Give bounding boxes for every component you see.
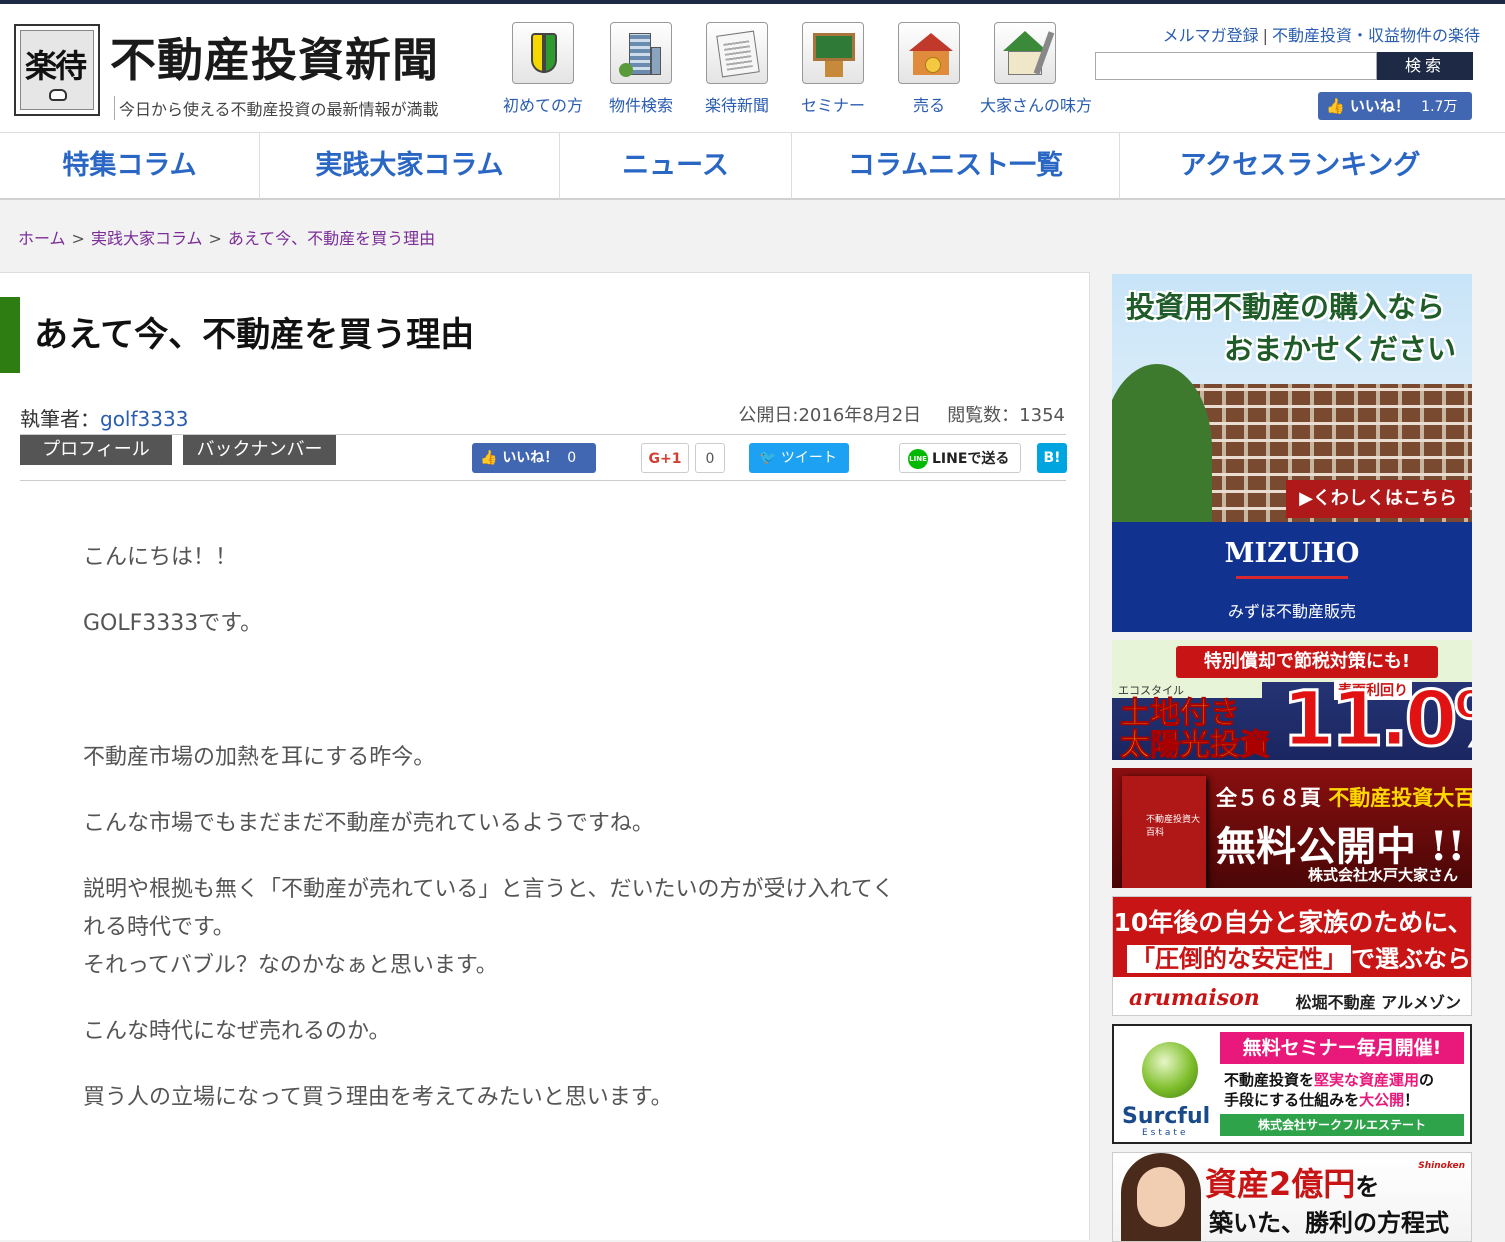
breadcrumb-landlord-column[interactable]: 実践大家コラム (91, 229, 203, 248)
site-tagline: 今日から使える不動産投資の最新情報が満載 (114, 96, 439, 120)
nav-sell[interactable]: 売る (884, 22, 974, 116)
nav-sell-label: 売る (912, 96, 945, 115)
ad-solar-investment[interactable]: 特別償却で節税対策にも! エコスタイル 表面利回り 土地付き 太陽光投資 11.… (1112, 640, 1472, 760)
nav-landlord-ally-label: 大家さんの味方 (980, 96, 1093, 115)
breadcrumb-current[interactable]: あえて今、不動産を買う理由 (228, 229, 435, 248)
fb-like-count: 1.7万 (1421, 99, 1458, 115)
article-title: あえて今、不動産を買う理由 (34, 315, 475, 355)
share-twitter-button[interactable]: 🐦 ツイート (749, 443, 849, 473)
ad-mizuho[interactable]: 投資用不動産の購入なら おまかせください ▶くわしくはこちら MIZUHO みず… (1112, 274, 1472, 632)
divider (20, 434, 1066, 435)
nav-seminar[interactable]: セミナー (788, 22, 878, 116)
nav-property-search-label: 物件検索 (608, 96, 673, 115)
nav-rakumachi-news[interactable]: 楽待新聞 (692, 22, 782, 116)
search-input[interactable] (1095, 52, 1377, 80)
house-yen-icon (898, 22, 960, 84)
global-nav: 特集コラム 実践大家コラム ニュース コラムニスト一覧 アクセスランキング (0, 132, 1505, 200)
facebook-like-button[interactable]: 👍 いいね！ 1.7万 (1318, 92, 1472, 120)
ad-details-button[interactable]: ▶くわしくはこちら (1286, 480, 1470, 518)
title-accent-bar (0, 297, 20, 373)
paragraph: GOLF3333です。 (83, 611, 263, 636)
nav-access-ranking[interactable]: アクセスランキング (1120, 133, 1480, 199)
thumbs-up-icon: 👍 (480, 450, 498, 466)
nav-landlord-ally[interactable]: 大家さんの味方 (980, 22, 1093, 116)
paragraph: こんにちは！！ (83, 545, 238, 570)
fb-like-label: いいね！ (1349, 97, 1410, 115)
surcful-logo-icon (1142, 1042, 1198, 1098)
rakumachi-home-link[interactable]: 不動産投資・収益物件の楽待 (1272, 26, 1480, 45)
gplus-count: 0 (695, 443, 725, 473)
blackboard-icon (802, 22, 864, 84)
paragraph: 不動産市場の加熱を耳にする昨今。 (83, 745, 436, 770)
top-links: メルマガ登録 | 不動産投資・収益物件の楽待 (1162, 26, 1480, 45)
ad-surcful-seminar[interactable]: Surcful Estate 無料セミナー毎月開催! 不動産投資を堅実な資産運用… (1112, 1024, 1472, 1144)
nav-property-search[interactable]: 物件検索 (596, 22, 686, 116)
paragraph: れる時代です。 (83, 915, 235, 940)
nav-feature-column[interactable]: 特集コラム (0, 133, 260, 199)
nav-columnist-list[interactable]: コラムニスト一覧 (792, 133, 1120, 199)
ad-arumaison[interactable]: 10年後の自分と家族のために、 「圧倒的な安定性」 で選ぶなら arumaison… (1112, 896, 1472, 1016)
book-image: 不動産投資大百科 (1122, 776, 1206, 888)
profile-button[interactable]: プロフィール (20, 435, 172, 465)
search-button[interactable]: 検索 (1377, 52, 1473, 80)
newspaper-icon (706, 22, 768, 84)
cat-icon (49, 89, 67, 101)
paragraph: こんな市場でもまだまだ不動産が売れているようですね。 (83, 811, 654, 836)
article: あえて今、不動産を買う理由 執筆者：golf3333 公開日:2016年8月2日… (0, 272, 1090, 1240)
site-header: 楽待 不動産投資新聞 今日から使える不動産投資の最新情報が満載 初めての方 物件… (0, 4, 1505, 132)
nav-beginner-label: 初めての方 (502, 96, 583, 115)
site-title[interactable]: 不動産投資新聞 (110, 24, 439, 90)
thumbs-up-icon: 👍 (1326, 97, 1345, 115)
site-logo[interactable]: 楽待 (14, 24, 100, 116)
share-gplus-button[interactable]: G+1 (641, 443, 689, 473)
building-search-icon (610, 22, 672, 84)
share-facebook-button[interactable]: 👍 いいね！ 0 (472, 443, 596, 473)
newsletter-link[interactable]: メルマガ登録 (1163, 26, 1259, 45)
house-tools-icon (994, 22, 1056, 84)
beginner-leaf-icon (512, 22, 574, 84)
ad-shinoken[interactable]: 資産2億円を 築いた、勝利の方程式 Shinoken (1112, 1152, 1472, 1242)
line-icon: LINE (908, 449, 928, 469)
nav-beginner[interactable]: 初めての方 (498, 22, 588, 116)
arumaison-logo: arumaison (1129, 985, 1260, 1011)
backnumber-button[interactable]: バックナンバー (183, 435, 336, 465)
nav-rakumachi-news-label: 楽待新聞 (704, 96, 769, 115)
mizuho-logo: MIZUHO (1224, 538, 1360, 569)
nav-news[interactable]: ニュース (560, 133, 792, 199)
nav-landlord-column[interactable]: 実践大家コラム (260, 133, 560, 199)
nav-seminar-label: セミナー (800, 96, 865, 115)
breadcrumb: ホーム > 実践大家コラム > あえて今、不動産を買う理由 (18, 229, 436, 248)
author-link[interactable]: golf3333 (100, 407, 188, 431)
shinoken-logo: Shinoken (1418, 1161, 1465, 1171)
paragraph: こんな時代になぜ売れるのか。 (83, 1019, 391, 1044)
paragraph: 買う人の立場になって買う理由を考えてみたいと思います。 (83, 1085, 673, 1110)
share-line-button[interactable]: LINE LINEで送る (899, 443, 1021, 473)
breadcrumb-home[interactable]: ホーム (18, 229, 66, 248)
paragraph: 説明や根拠も無く「不動産が売れている」と言うと、だいたいの方が受け入れてく (83, 877, 895, 902)
divider (20, 480, 1066, 481)
article-meta: 公開日:2016年8月2日 閲覧数：1354 (738, 401, 1065, 427)
twitter-bird-icon: 🐦 (759, 450, 777, 466)
author-line: 執筆者：golf3333 (20, 407, 189, 431)
view-count: 閲覧数：1354 (947, 405, 1065, 426)
logo-text: 楽待 (25, 47, 87, 85)
published-date: 公開日:2016年8月2日 (738, 405, 922, 426)
paragraph: それってバブル？なのかなぁと思います。 (83, 953, 498, 978)
ad-real-estate-encyclopedia[interactable]: 不動産投資大百科 全５６８頁 不動産投資大百科 無料公開中 !! 株式会社水戸大… (1112, 768, 1472, 888)
share-hatena-button[interactable]: B! (1037, 443, 1067, 473)
